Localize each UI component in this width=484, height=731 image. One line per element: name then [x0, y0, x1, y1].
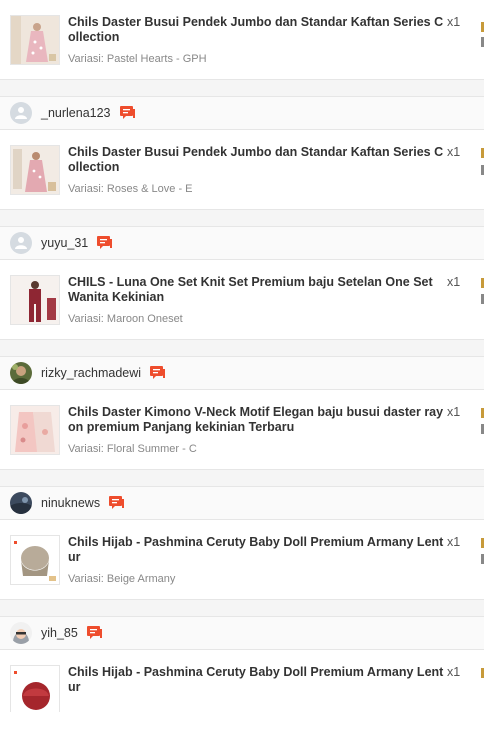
order-separator	[0, 470, 484, 486]
buyer-username[interactable]: yuyu_31	[41, 236, 88, 250]
buyer-username[interactable]: ninuknews	[41, 496, 100, 510]
chat-icon[interactable]	[97, 236, 113, 250]
product-name[interactable]: Chils Daster Busui Pendek Jumbo dan Stan…	[68, 145, 444, 175]
buyer-username[interactable]: rizky_rachmadewi	[41, 366, 141, 380]
chat-icon[interactable]	[150, 366, 166, 380]
product-quantity: x1	[447, 535, 461, 549]
buyer-header: rizky_rachmadewi	[0, 356, 484, 390]
avatar-default-user-icon[interactable]	[10, 232, 32, 254]
product-variation: Variasi: Beige Armany	[68, 573, 176, 585]
avatar-photo[interactable]	[10, 362, 32, 384]
product-thumbnail[interactable]	[10, 145, 60, 195]
order-item[interactable]: Chils Hijab - Pashmina Ceruty Baby Doll …	[0, 520, 484, 600]
product-quantity: x1	[447, 145, 461, 159]
product-name[interactable]: Chils Hijab - Pashmina Ceruty Baby Doll …	[68, 535, 444, 565]
product-quantity: x1	[447, 275, 461, 289]
buyer-username[interactable]: _nurlena123	[41, 106, 111, 120]
product-variation: Variasi: Floral Summer - C	[68, 443, 197, 455]
buyer-header: ninuknews	[0, 486, 484, 520]
order-separator	[0, 340, 484, 356]
chat-icon[interactable]	[119, 106, 135, 120]
order-separator	[0, 600, 484, 616]
product-quantity: x1	[447, 405, 461, 419]
product-thumbnail[interactable]	[10, 405, 60, 455]
buyer-header: yih_85	[0, 616, 484, 650]
product-quantity: x1	[447, 15, 461, 29]
order-item[interactable]: Chils Daster Busui Pendek Jumbo dan Stan…	[0, 130, 484, 210]
order-item[interactable]: Chils Daster Busui Pendek Jumbo dan Stan…	[0, 0, 484, 80]
avatar-photo[interactable]	[10, 492, 32, 514]
product-variation: Variasi: Pastel Hearts - GPH	[68, 53, 207, 65]
product-thumbnail[interactable]	[10, 665, 60, 715]
buyer-header: yuyu_31	[0, 226, 484, 260]
order-separator	[0, 210, 484, 226]
order-item[interactable]: CHILS - Luna One Set Knit Set Premium ba…	[0, 260, 484, 340]
product-variation: Variasi: Maroon Oneset	[68, 313, 183, 325]
product-name[interactable]: CHILS - Luna One Set Knit Set Premium ba…	[68, 275, 444, 305]
product-name[interactable]: Chils Daster Kimono V-Neck Motif Elegan …	[68, 405, 444, 435]
product-quantity: x1	[447, 665, 461, 679]
buyer-header: _nurlena123	[0, 96, 484, 130]
product-thumbnail[interactable]	[10, 275, 60, 325]
buyer-username[interactable]: yih_85	[41, 626, 78, 640]
avatar-default-user-icon[interactable]	[10, 102, 32, 124]
bottom-bar	[0, 712, 484, 731]
product-thumbnail[interactable]	[10, 15, 60, 65]
order-list: Chils Daster Busui Pendek Jumbo dan Stan…	[0, 0, 484, 730]
order-item[interactable]: Chils Daster Kimono V-Neck Motif Elegan …	[0, 390, 484, 470]
chat-icon[interactable]	[109, 496, 125, 510]
chat-icon[interactable]	[86, 626, 102, 640]
avatar-photo[interactable]	[10, 622, 32, 644]
order-separator	[0, 80, 484, 96]
product-name[interactable]: Chils Hijab - Pashmina Ceruty Baby Doll …	[68, 665, 444, 695]
product-variation: Variasi: Roses & Love - E	[68, 183, 193, 195]
product-name[interactable]: Chils Daster Busui Pendek Jumbo dan Stan…	[68, 15, 444, 45]
product-thumbnail[interactable]	[10, 535, 60, 585]
